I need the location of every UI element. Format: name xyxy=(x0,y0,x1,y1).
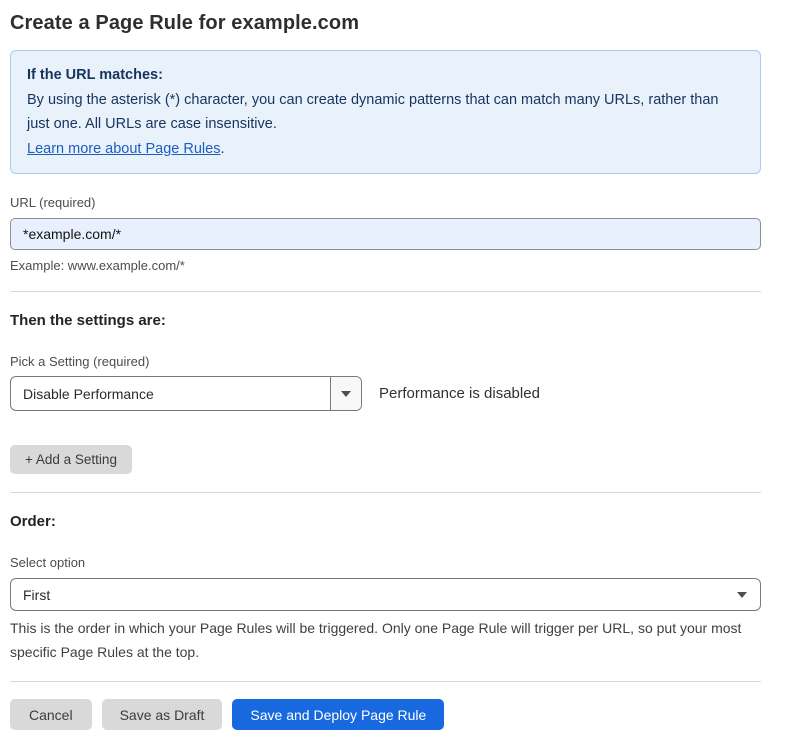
callout-link-line: Learn more about Page Rules. xyxy=(27,137,744,162)
pick-setting-selected-value: Disable Performance xyxy=(11,377,330,410)
save-as-draft-button[interactable]: Save as Draft xyxy=(102,699,223,730)
order-selected-value: First xyxy=(23,587,50,603)
setting-status-text: Performance is disabled xyxy=(379,385,540,402)
add-setting-button[interactable]: + Add a Setting xyxy=(10,445,132,474)
order-help-text: This is the order in which your Page Rul… xyxy=(10,616,761,664)
pick-setting-label: Pick a Setting (required) xyxy=(10,354,761,369)
learn-more-page-rules-link[interactable]: Learn more about Page Rules xyxy=(27,141,220,157)
divider xyxy=(10,492,761,493)
page-title: Create a Page Rule for example.com xyxy=(10,12,761,35)
save-and-deploy-button[interactable]: Save and Deploy Page Rule xyxy=(232,699,444,730)
callout-body: By using the asterisk (*) character, you… xyxy=(27,88,744,137)
pick-setting-select-arrow-cell[interactable] xyxy=(330,377,361,410)
pick-setting-select[interactable]: Disable Performance xyxy=(10,376,362,411)
callout-link-suffix: . xyxy=(220,141,224,157)
create-page-rule-page: Create a Page Rule for example.com If th… xyxy=(0,0,761,730)
divider xyxy=(10,291,761,292)
callout-heading: If the URL matches: xyxy=(27,63,744,88)
url-match-info-callout: If the URL matches: By using the asteris… xyxy=(10,50,761,174)
setting-row: Disable Performance Performance is disab… xyxy=(10,376,761,411)
order-section-heading: Order: xyxy=(10,513,761,530)
order-select[interactable]: First xyxy=(10,578,761,611)
url-field-label: URL (required) xyxy=(10,195,761,210)
url-example-text: Example: www.example.com/* xyxy=(10,258,761,273)
chevron-down-icon xyxy=(737,592,747,598)
cancel-button[interactable]: Cancel xyxy=(10,699,92,730)
chevron-down-icon xyxy=(341,391,351,397)
footer-actions: Cancel Save as Draft Save and Deploy Pag… xyxy=(10,699,761,730)
settings-section-heading: Then the settings are: xyxy=(10,312,761,329)
order-select-label: Select option xyxy=(10,555,761,570)
url-input[interactable] xyxy=(10,218,761,250)
divider xyxy=(10,681,761,682)
